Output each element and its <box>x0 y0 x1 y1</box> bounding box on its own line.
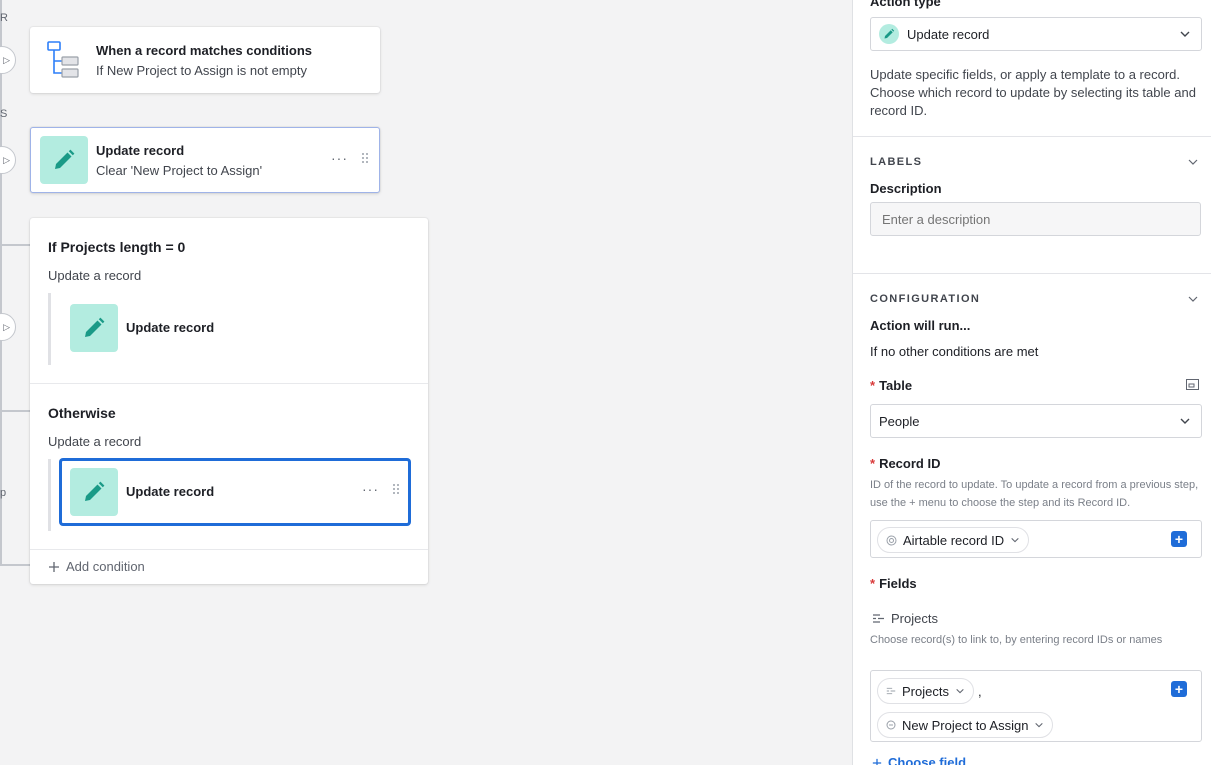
action-subtitle: Clear 'New Project to Assign' <box>96 163 263 178</box>
edge-label: p <box>0 487 7 499</box>
divider <box>853 136 1211 137</box>
fingerprint-icon <box>886 535 897 545</box>
required-marker: * <box>870 576 876 591</box>
connector-branch <box>0 564 30 566</box>
choose-field-button[interactable]: Choose field <box>872 755 966 765</box>
configuration-section-header[interactable]: CONFIGURATION <box>870 293 980 305</box>
insert-token-plus-icon[interactable]: + <box>1171 531 1187 547</box>
drag-handle-icon[interactable] <box>392 483 400 498</box>
step-expand-icon[interactable]: ▷ <box>0 146 16 174</box>
edge-label: S <box>0 108 8 120</box>
record-id-token-label: Airtable record ID <box>903 532 1005 548</box>
branch-action-card-selected[interactable]: Update record ··· <box>60 459 410 525</box>
field-projects-help: Choose record(s) to link to, by entering… <box>870 634 1163 646</box>
chevron-down-icon <box>956 688 964 694</box>
trigger-conditions-icon <box>40 36 88 84</box>
add-condition-button[interactable]: Add condition <box>48 559 145 574</box>
table-label-text: Table <box>879 378 913 393</box>
pencil-icon <box>70 468 118 516</box>
action-type-select[interactable]: Update record <box>870 17 1202 51</box>
trigger-card[interactable]: When a record matches conditions If New … <box>30 27 380 93</box>
more-options-icon[interactable]: ··· <box>362 481 379 497</box>
record-id-help: ID of the record to update. To update a … <box>870 479 1199 509</box>
branch-action-title: Update record <box>126 484 215 499</box>
record-id-token[interactable]: Airtable record ID <box>877 527 1030 553</box>
record-token-icon <box>886 720 896 730</box>
token-separator: , <box>977 683 982 699</box>
step-expand-icon[interactable]: ▷ <box>0 46 16 74</box>
conditional-group-card: If Projects length = 0 Update a record U… <box>30 218 428 584</box>
record-id-label-text: Record ID <box>879 456 941 471</box>
action-description-text: Update specific fields, or apply a templ… <box>870 67 1196 118</box>
labels-section-header[interactable]: LABELS <box>870 156 922 168</box>
chevron-down-icon <box>1011 537 1019 543</box>
chevron-down-icon[interactable] <box>1187 293 1199 305</box>
choose-field-label: Choose field <box>888 755 967 765</box>
action-type-value: Update record <box>907 26 990 42</box>
action-config-panel: Action type Update record Update specifi… <box>852 0 1211 765</box>
divider <box>30 549 428 550</box>
new-project-token-label: New Project to Assign <box>902 717 1029 733</box>
drag-handle-icon[interactable] <box>361 152 369 167</box>
record-id-label: * Record ID <box>870 456 940 471</box>
trigger-title: When a record matches conditions <box>96 43 312 58</box>
connector-line <box>0 0 2 565</box>
expand-icon[interactable] <box>1186 378 1199 393</box>
branch-otherwise-title: Otherwise <box>48 405 116 421</box>
required-marker: * <box>870 378 876 393</box>
branch-action-card[interactable]: Update record <box>60 295 410 361</box>
branch-bar <box>48 293 51 365</box>
connector-branch <box>0 410 30 412</box>
plus-icon <box>49 561 59 572</box>
workflow-canvas: R S p ▷ ▷ ▷ When a record matches condit… <box>0 0 852 765</box>
fields-label: * Fields <box>870 576 917 591</box>
edge-label: R <box>0 12 8 24</box>
new-project-token[interactable]: New Project to Assign <box>877 712 1054 738</box>
chevron-down-icon[interactable] <box>1187 156 1199 168</box>
divider <box>853 273 1211 274</box>
action-card-update-record[interactable]: Update record Clear 'New Project to Assi… <box>30 127 380 193</box>
projects-token-label: Projects <box>902 683 949 699</box>
description-label: Description <box>870 181 942 196</box>
chevron-down-icon <box>1180 31 1190 37</box>
description-input[interactable] <box>870 202 1201 236</box>
divider <box>30 383 428 384</box>
table-select[interactable]: People <box>870 404 1202 438</box>
fields-label-text: Fields <box>879 576 917 591</box>
plus-icon <box>872 758 882 765</box>
required-marker: * <box>870 456 876 471</box>
branch-condition-subtitle: Update a record <box>48 268 142 283</box>
chevron-down-icon <box>1035 722 1044 728</box>
add-condition-label: Add condition <box>66 559 145 574</box>
projects-token[interactable]: Projects <box>877 678 974 704</box>
pencil-icon <box>40 136 88 184</box>
action-type-label: Action type <box>870 0 941 9</box>
linked-record-icon <box>873 614 884 623</box>
field-projects-name: Projects <box>891 611 938 626</box>
table-label: * Table <box>870 378 912 393</box>
branch-condition-title: If Projects length = 0 <box>48 239 186 255</box>
more-options-icon[interactable]: ··· <box>331 150 348 166</box>
branch-action-title: Update record <box>126 320 215 335</box>
table-select-value: People <box>879 413 920 429</box>
run-condition-text: If no other conditions are met <box>870 344 1039 359</box>
branch-bar <box>48 459 51 531</box>
step-expand-icon[interactable]: ▷ <box>0 313 16 341</box>
insert-token-plus-icon[interactable]: + <box>1171 681 1187 697</box>
pencil-icon <box>879 24 899 44</box>
projects-value-field[interactable]: Projects , New Project to Assign + <box>870 670 1202 742</box>
action-title: Update record <box>96 143 185 158</box>
chevron-down-icon <box>1180 418 1190 424</box>
record-id-field[interactable]: Airtable record ID + <box>870 520 1202 558</box>
trigger-subtitle: If New Project to Assign is not empty <box>96 63 307 78</box>
linked-record-icon <box>886 687 896 695</box>
connector-branch <box>0 244 30 246</box>
branch-otherwise-subtitle: Update a record <box>48 434 142 449</box>
pencil-icon <box>70 304 118 352</box>
action-will-run-label: Action will run... <box>870 318 971 333</box>
field-projects-header: Projects <box>872 611 938 626</box>
